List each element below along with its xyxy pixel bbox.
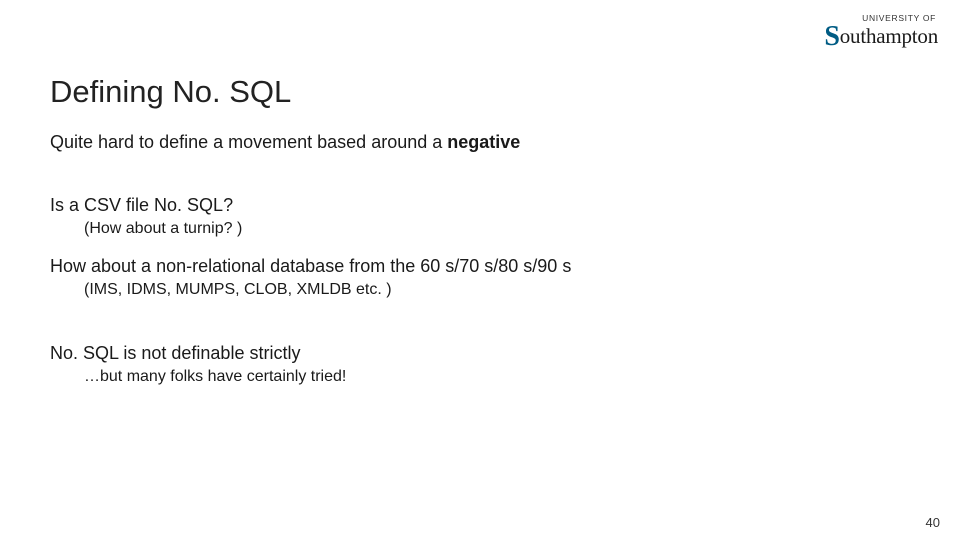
spacer [50,157,910,195]
csv-question: Is a CSV file No. SQL? [50,195,910,216]
logo-wordmark: Southampton [824,24,938,48]
slide: UNIVERSITY OF Southampton Defining No. S… [0,0,960,540]
spacer [50,238,910,256]
nonrelational-line: How about a non-relational database from… [50,256,910,277]
not-definable-line: No. SQL is not definable strictly [50,343,910,364]
slide-title: Defining No. SQL [50,74,910,110]
spacer [50,299,910,343]
university-logo: UNIVERSITY OF Southampton [824,14,938,52]
examples-line: (IMS, IDMS, MUMPS, CLOB, XMLDB etc. ) [84,281,910,299]
intro-bold: negative [447,132,520,152]
logo-name-rest: outhampton [840,24,938,48]
page-number: 40 [926,515,940,530]
intro-line: Quite hard to define a movement based ar… [50,132,910,153]
slide-body: Quite hard to define a movement based ar… [50,132,910,386]
logo-initial: S [824,22,839,53]
intro-text: Quite hard to define a movement based ar… [50,132,447,152]
tried-line: …but many folks have certainly tried! [84,368,910,386]
turnip-aside: (How about a turnip? ) [84,220,910,238]
logo-pretitle: UNIVERSITY OF [824,14,936,23]
